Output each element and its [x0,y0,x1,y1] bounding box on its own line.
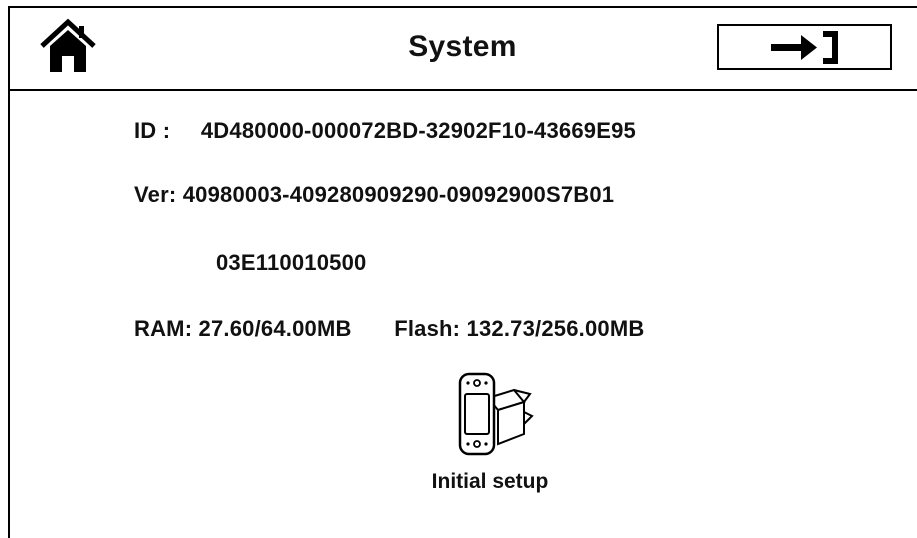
version-label: Ver: [134,182,177,207]
initial-setup-label: Initial setup [431,470,549,493]
version-row-continued: 03E110010500 [216,250,366,276]
version-value-line2: 03E110010500 [216,250,367,275]
memory-row: RAM: 27.60/64.00MB Flash: 132.73/256.00M… [134,316,644,342]
header-bar: System [8,6,917,91]
ram-label: RAM: [134,316,193,341]
version-value-line1: 40980003-409280909290-09092900S7B01 [182,182,615,207]
id-label: ID : [134,118,171,143]
ram-value: 27.60/64.00MB [198,316,352,341]
id-value: 4D480000-000072BD-32902F10-43669E95 [200,118,636,143]
exit-button[interactable] [717,24,892,70]
flash-value: 132.73/256.00MB [466,316,645,341]
flash-label: Flash: [394,316,461,341]
id-row: ID : 4D480000-000072BD-32902F10-43669E95 [134,118,636,144]
version-row: Ver: 40980003-409280909290-09092900S7B01 [134,182,614,208]
device-box-icon [458,372,534,456]
initial-setup-button[interactable]: Initial setup [400,368,580,494]
exit-arrow-icon [770,31,838,64]
